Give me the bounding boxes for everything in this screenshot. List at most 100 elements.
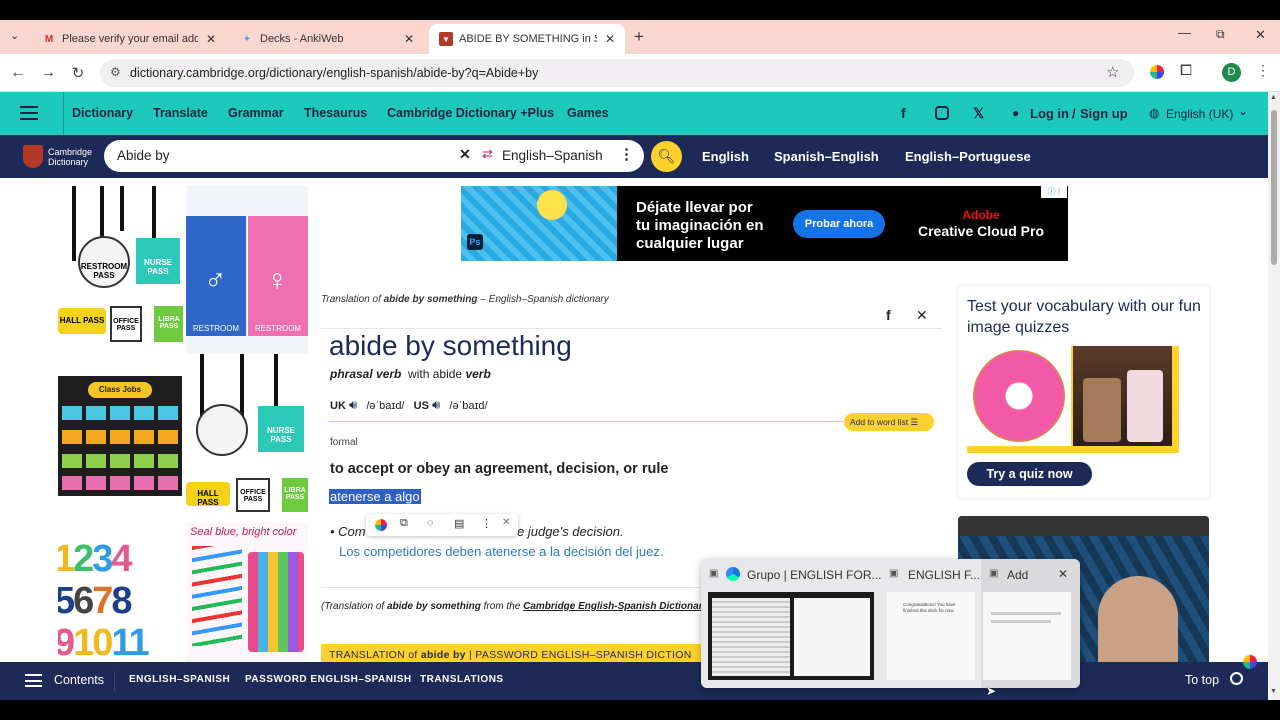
product-image-numbers[interactable]: 1234 5678 91011 bbox=[58, 526, 182, 662]
new-tab-plus-icon[interactable]: + bbox=[634, 27, 644, 47]
minimize-icon[interactable]: — bbox=[1178, 25, 1191, 40]
cambridge-icon: ▼ bbox=[439, 32, 453, 46]
source-prefix: (Translation of bbox=[321, 601, 385, 612]
share-x-icon[interactable]: ✕ bbox=[916, 307, 928, 324]
back-arrow-icon[interactable]: ← bbox=[8, 64, 28, 82]
reload-icon[interactable]: ↻ bbox=[68, 64, 88, 82]
nav-thesaurus[interactable]: Thesaurus bbox=[304, 106, 367, 120]
facebook-icon[interactable]: f bbox=[901, 105, 906, 121]
bottom-link-password[interactable]: PASSWORD ENGLISH–SPANISH bbox=[245, 674, 412, 685]
page-scrollbar[interactable]: ▲ ▼ bbox=[1268, 92, 1280, 700]
x-twitter-icon[interactable]: 𝕏 bbox=[973, 105, 984, 122]
close-icon[interactable]: ✕ bbox=[206, 32, 216, 46]
video-header bbox=[958, 516, 1209, 536]
nav-dictionary[interactable]: Dictionary bbox=[72, 106, 133, 120]
dictionary-menu-icon[interactable]: ⋮ bbox=[619, 145, 634, 163]
instagram-icon[interactable] bbox=[935, 106, 949, 120]
url-text[interactable]: dictionary.cambridge.org/dictionary/engl… bbox=[130, 66, 538, 80]
ad-cta-button[interactable]: Probar ahora bbox=[793, 210, 885, 238]
breadcrumb-prefix: Translation of bbox=[321, 294, 381, 305]
language-selector[interactable]: English (UK) bbox=[1166, 107, 1233, 121]
cambridge-crest-icon[interactable] bbox=[23, 145, 43, 168]
scroll-down-icon[interactable]: ▼ bbox=[1270, 688, 1277, 695]
headword: abide by something bbox=[329, 330, 572, 361]
number: 8 bbox=[111, 580, 132, 622]
site-info-icon[interactable]: ⚙ bbox=[110, 65, 121, 79]
chevron-down-icon[interactable]: ⌄ bbox=[1238, 104, 1248, 118]
nav-grammar[interactable]: Grammar bbox=[228, 106, 284, 120]
close-icon[interactable]: ✕ bbox=[502, 517, 510, 528]
bottom-link-translations[interactable]: TRANSLATIONS bbox=[420, 674, 504, 685]
quiz-image-frame[interactable] bbox=[967, 346, 1179, 453]
source-link[interactable]: Cambridge English-Spanish Dictionar bbox=[523, 601, 701, 612]
window-close-icon[interactable]: ✕ bbox=[1255, 27, 1266, 43]
dict-link-spanish-english[interactable]: Spanish–English bbox=[774, 149, 879, 164]
divider bbox=[321, 328, 942, 329]
forward-arrow-icon[interactable]: → bbox=[38, 64, 58, 82]
thumb-doc bbox=[794, 598, 870, 676]
scroll-up-icon[interactable]: ▲ bbox=[1270, 94, 1277, 101]
try-quiz-button[interactable]: Try a quiz now bbox=[967, 462, 1092, 486]
lanyard bbox=[152, 186, 156, 241]
numbers-display: 1234 5678 91011 bbox=[58, 538, 182, 662]
nav-games[interactable]: Games bbox=[567, 106, 609, 120]
tab-cambridge[interactable]: ▼ ABIDE BY SOMETHING in Spanish ✕ bbox=[429, 24, 625, 54]
hall-pass-label: HALL PASS bbox=[186, 482, 230, 507]
scroll-thumb[interactable] bbox=[1271, 110, 1277, 265]
translation-text[interactable]: atenerse a algo bbox=[329, 489, 421, 504]
add-to-word-list-button[interactable]: Add to word list ☰ bbox=[844, 413, 934, 431]
contents-menu-icon[interactable] bbox=[25, 674, 42, 687]
ad-choices-icon[interactable]: ⓘ ⁝ bbox=[1041, 186, 1067, 198]
restore-icon[interactable]: ⧉ bbox=[1216, 27, 1225, 42]
bottom-link-english-spanish[interactable]: ENGLISH–SPANISH bbox=[129, 674, 230, 685]
swap-arrows-icon[interactable]: ⇄ bbox=[482, 146, 493, 162]
cambridge-logo[interactable]: Cambridge Dictionary bbox=[48, 147, 92, 167]
adobe-ad[interactable]: Ps Déjate llevar por tu imaginación en c… bbox=[461, 186, 1068, 261]
address-bar[interactable]: ⚙ dictionary.cambridge.org/dictionary/en… bbox=[100, 59, 1134, 87]
uk-speaker-icon[interactable]: 🔊︎ bbox=[349, 397, 357, 412]
note-icon[interactable]: ▤ bbox=[454, 517, 464, 530]
tab-gmail[interactable]: M Please verify your email address ✕ bbox=[32, 24, 226, 54]
product-image-class-jobs[interactable]: Class Jobs bbox=[58, 376, 182, 496]
browser-menu-icon[interactable]: ⋮ bbox=[1256, 62, 1270, 79]
dictionary-selector[interactable]: English–Spanish bbox=[502, 148, 603, 163]
close-icon[interactable]: ✕ bbox=[404, 32, 414, 46]
product-image-restroom-signs[interactable]: ♂ RESTROOM ♀ RESTROOM bbox=[186, 186, 308, 354]
dict-link-english[interactable]: English bbox=[702, 149, 749, 164]
product-image-restroom-pass[interactable]: RESTROOM PASS NURSE PASS HALL PASS OFFIC… bbox=[58, 186, 183, 354]
to-top-link[interactable]: To top bbox=[1185, 673, 1219, 687]
contents-button[interactable]: Contents bbox=[54, 673, 104, 687]
comment-icon[interactable]: ◌ bbox=[427, 517, 434, 529]
profile-avatar[interactable]: D bbox=[1222, 63, 1241, 82]
floating-brain-icon[interactable] bbox=[1243, 655, 1257, 669]
login-link[interactable]: Log in bbox=[1030, 106, 1069, 121]
copy-icon[interactable]: ⧉ bbox=[400, 517, 408, 530]
preview-item-english[interactable]: ▣ ENGLISH F... Congratulations! You have… bbox=[883, 559, 980, 688]
product-image-markers[interactable]: Seal blue, bright color bbox=[186, 522, 308, 662]
share-facebook-icon[interactable]: f bbox=[886, 307, 891, 323]
translation-banner: TRANSLATION of abide by | PASSWORD ENGLI… bbox=[321, 644, 701, 662]
nav-plus[interactable]: Cambridge Dictionary +Plus bbox=[387, 106, 554, 120]
hamburger-menu-icon[interactable] bbox=[20, 106, 38, 120]
extensions-puzzle-icon[interactable]: ⧠ bbox=[1180, 62, 1192, 79]
more-icon[interactable]: ⋮ bbox=[481, 517, 492, 530]
extension-brain-icon[interactable] bbox=[1150, 65, 1164, 79]
tab-ankiweb[interactable]: ✦ Decks - AnkiWeb ✕ bbox=[230, 24, 424, 54]
tab-search-chevron-icon[interactable]: ⌄ bbox=[10, 29, 19, 42]
dict-link-english-portuguese[interactable]: English–Portuguese bbox=[905, 149, 1031, 164]
preview-item-add[interactable]: ▣ Add ✕ bbox=[981, 559, 1080, 688]
signup-link[interactable]: Sign up bbox=[1080, 106, 1128, 121]
search-input[interactable]: Abide by bbox=[117, 148, 170, 163]
bookmark-star-icon[interactable]: ☆ bbox=[1106, 63, 1119, 81]
product-image-nurse-pass[interactable]: NURSE PASS HALL PASS OFFICE PASS LIBRA P… bbox=[186, 354, 308, 520]
us-speaker-icon[interactable]: 🔊︎ bbox=[432, 397, 440, 412]
restroom-label: RESTROOM bbox=[192, 324, 240, 333]
search-button[interactable]: 🔍︎ bbox=[651, 141, 682, 172]
close-icon[interactable]: ✕ bbox=[605, 32, 615, 46]
close-icon[interactable]: ✕ bbox=[1058, 567, 1068, 581]
arrow-up-circle-icon[interactable] bbox=[1230, 672, 1243, 685]
preview-item-grupo[interactable]: ▣ Grupo | ENGLISH FOR... bbox=[701, 559, 881, 688]
brain-icon[interactable] bbox=[375, 519, 387, 531]
clear-search-icon[interactable]: ✕ bbox=[459, 146, 471, 163]
nav-translate[interactable]: Translate bbox=[153, 106, 208, 120]
